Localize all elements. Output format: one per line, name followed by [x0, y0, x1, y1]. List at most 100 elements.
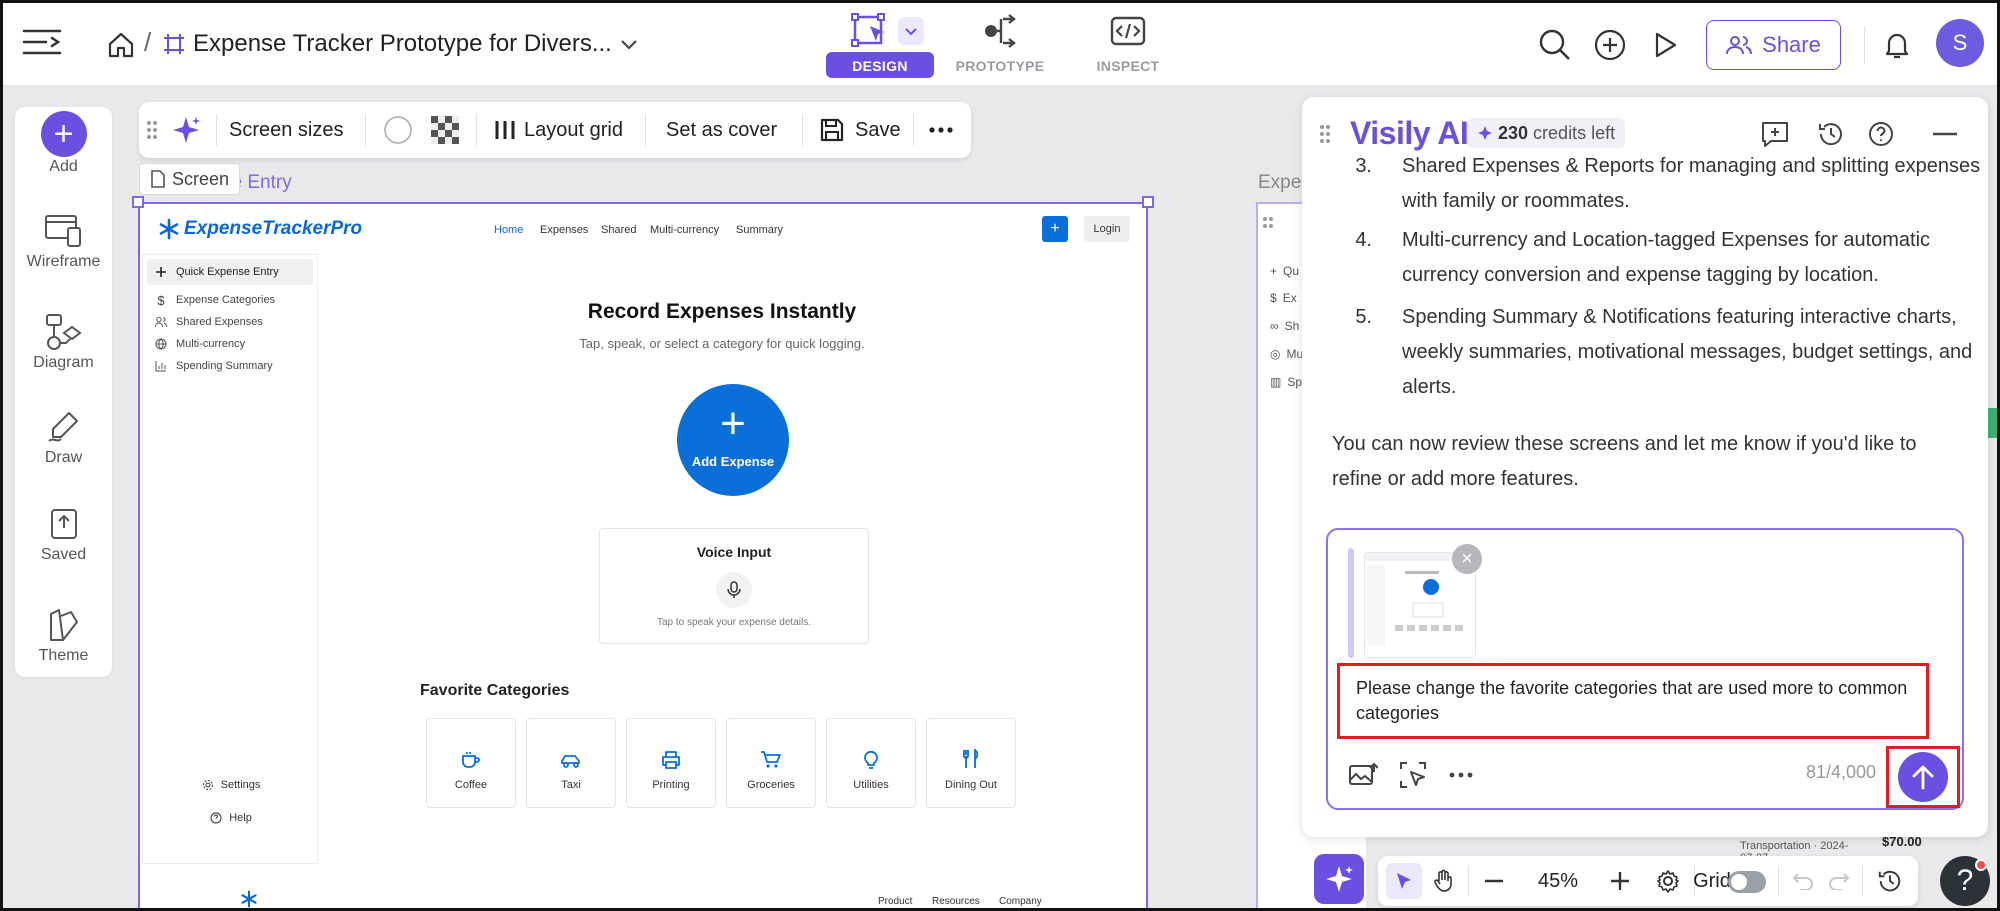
save-button[interactable]: Save [819, 102, 901, 158]
minimize-icon[interactable] [1928, 117, 1962, 151]
saved-icon [15, 502, 112, 546]
ai-magic-button[interactable] [1314, 854, 1364, 904]
tool-draw[interactable]: Draw [15, 405, 112, 467]
add-circle-icon[interactable] [1592, 27, 1628, 63]
zoom-in-button[interactable] [1600, 856, 1640, 906]
tool-diagram[interactable]: Diagram [15, 310, 112, 372]
add-expense-label: Add Expense [691, 454, 775, 469]
globe-icon [155, 338, 167, 350]
settings-label: Settings [220, 779, 261, 791]
home-icon[interactable] [104, 28, 138, 62]
sidebar-settings[interactable]: Settings [143, 779, 319, 791]
category-printing[interactable]: Printing [626, 718, 716, 808]
avatar[interactable]: S [1936, 19, 1984, 67]
search-icon[interactable] [1536, 26, 1574, 64]
hand-icon [1434, 869, 1452, 892]
app-nav-summary[interactable]: Summary [736, 224, 783, 236]
layout-grid-button[interactable]: Layout grid [494, 102, 623, 158]
mode-dropdown[interactable] [898, 17, 924, 45]
app-add-button[interactable]: + [1042, 216, 1068, 242]
save-icon [820, 118, 844, 142]
app-nav-multi-currency[interactable]: Multi-currency [650, 224, 719, 236]
ai-list-number: 3. [1355, 155, 1372, 177]
fill-color-swatch[interactable] [383, 102, 413, 158]
grid-toggle[interactable] [1728, 871, 1766, 893]
notification-dot [1975, 859, 1987, 871]
pointer-tool[interactable] [1384, 856, 1424, 906]
app-login-button[interactable]: Login [1084, 216, 1130, 242]
plus-icon [1611, 872, 1629, 890]
design-frame[interactable]: ExpenseTrackerPro Home Expenses Shared M… [138, 202, 1148, 911]
set-as-cover-label: Set as cover [666, 118, 778, 141]
share-button[interactable]: Share [1706, 20, 1841, 70]
play-icon[interactable] [1648, 28, 1682, 62]
lightbulb-icon [827, 719, 915, 769]
more-icon[interactable] [929, 102, 953, 158]
send-button[interactable] [1898, 752, 1948, 802]
category-coffee[interactable]: Coffee [426, 718, 516, 808]
remove-attachment-icon[interactable]: × [1452, 544, 1482, 574]
add-expense-button[interactable]: + Add Expense [677, 384, 789, 496]
tool-saved[interactable]: Saved [15, 502, 112, 564]
printer-icon [627, 719, 715, 769]
select-element-icon[interactable] [1396, 758, 1430, 792]
tab-design-label: DESIGN [852, 58, 908, 74]
drag-handle-icon[interactable] [145, 102, 159, 158]
ai-compose-box[interactable]: × Please change the favorite categories … [1326, 528, 1964, 810]
ghost-item: $ Ex [1270, 291, 1297, 305]
screen-tag[interactable]: Screen [139, 163, 240, 195]
screen-tag-label: Screen [172, 168, 230, 189]
more-icon[interactable] [1444, 758, 1478, 792]
upload-image-icon[interactable] [1346, 758, 1380, 792]
sparkle-icon[interactable] [171, 102, 201, 158]
tool-wireframe[interactable]: Wireframe [15, 209, 112, 271]
code-icon [1108, 14, 1148, 48]
version-history-button[interactable] [1870, 856, 1910, 906]
category-label: Dining Out [945, 779, 997, 791]
tool-theme[interactable]: Theme [15, 603, 112, 665]
resize-handle-top-right[interactable] [1142, 196, 1154, 208]
category-dining-out[interactable]: Dining Out [926, 718, 1016, 808]
tab-inspect-label: INSPECT [1096, 58, 1160, 74]
zoom-level[interactable]: 45% [1518, 856, 1598, 906]
chevron-down-icon[interactable] [618, 34, 640, 56]
sparkle-icon [1326, 866, 1353, 892]
help-label: Help [229, 812, 252, 824]
document-title[interactable]: Expense Tracker Prototype for Divers... [193, 30, 612, 58]
category-utilities[interactable]: Utilities [826, 718, 916, 808]
category-groceries[interactable]: Groceries [726, 718, 816, 808]
panel-drag-handle-icon[interactable] [1318, 123, 1332, 150]
voice-input-card[interactable]: Voice Input Tap to speak your expense de… [599, 528, 869, 644]
new-chat-icon[interactable] [1758, 117, 1792, 151]
tool-theme-label: Theme [38, 647, 89, 664]
ai-prompt-input[interactable]: Please change the favorite categories th… [1337, 663, 1929, 739]
app-nav-home[interactable]: Home [494, 224, 523, 236]
transparency-swatch[interactable] [431, 102, 459, 158]
resize-handle-top-left[interactable] [132, 196, 144, 208]
hand-tool[interactable] [1426, 856, 1462, 906]
app-nav-shared[interactable]: Shared [601, 224, 636, 236]
tool-add[interactable]: + Add [15, 111, 112, 176]
zoom-out-button[interactable] [1474, 856, 1514, 906]
bell-icon[interactable] [1880, 28, 1914, 62]
set-as-cover-button[interactable]: Set as cover [666, 102, 777, 158]
screen-sizes-button[interactable]: Screen sizes [229, 102, 344, 158]
footer-link-product[interactable]: Product [878, 896, 912, 907]
undo-button[interactable] [1786, 856, 1820, 906]
history-icon[interactable] [1814, 117, 1848, 151]
app-nav-expenses[interactable]: Expenses [540, 224, 588, 236]
microphone-icon[interactable] [716, 572, 752, 608]
sidebar-item-summary[interactable]: Spending Summary [147, 353, 313, 379]
sidebar-help[interactable]: Help [143, 812, 319, 824]
sidebar-item-label: Shared Expenses [176, 316, 263, 328]
footer-link-resources[interactable]: Resources [932, 896, 980, 907]
category-taxi[interactable]: Taxi [526, 718, 616, 808]
menu-icon[interactable] [20, 24, 64, 64]
footer-link-company[interactable]: Company [999, 896, 1042, 907]
category-label: Groceries [747, 779, 795, 791]
help-circle-icon[interactable] [1864, 117, 1898, 151]
redo-button[interactable] [1822, 856, 1856, 906]
ghost-frame-drag-handle-icon [1262, 216, 1282, 237]
sidebar-item-quick-entry[interactable]: Quick Expense Entry [147, 259, 313, 285]
users-icon [1726, 35, 1753, 55]
